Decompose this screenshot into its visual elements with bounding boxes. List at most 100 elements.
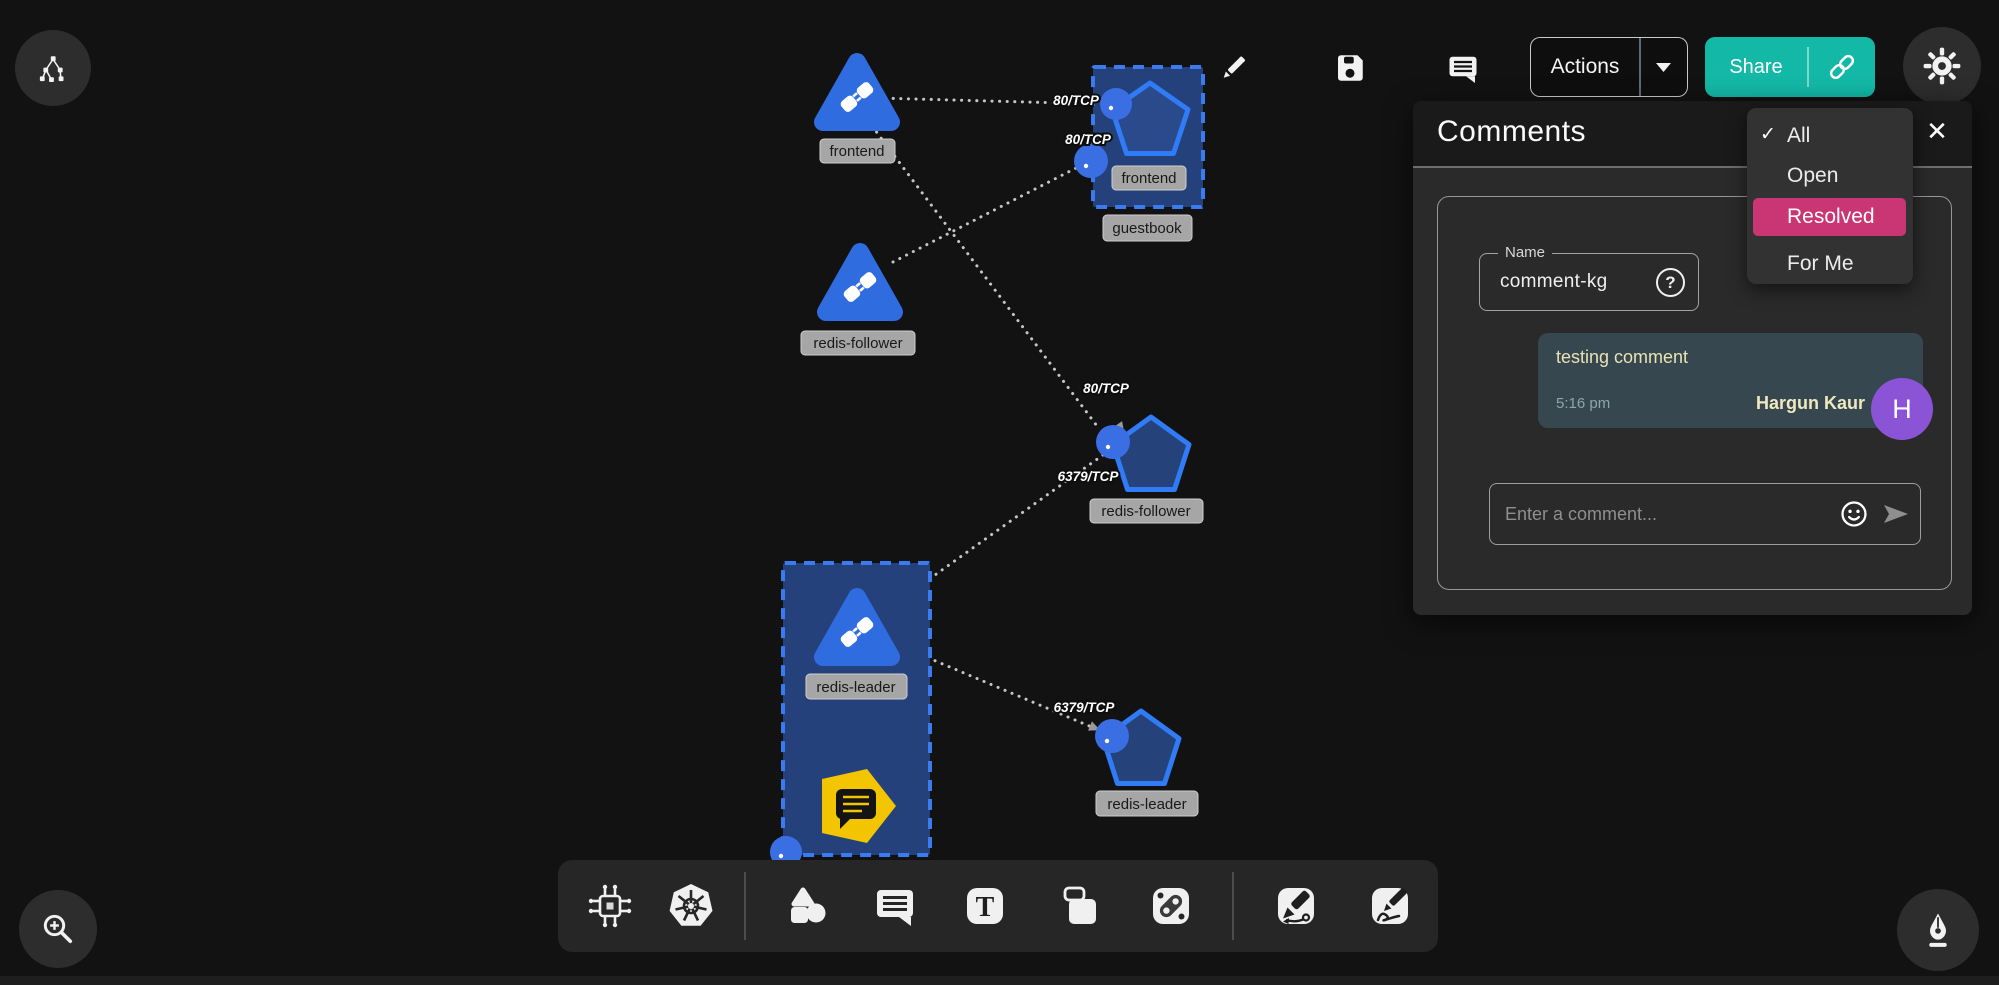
avatar[interactable]: H [1871,378,1933,440]
edge-label-6379tcp-1: 6379/TCP [1058,469,1120,484]
svg-text:redis-leader: redis-leader [1107,796,1186,813]
vector-pen-button[interactable] [1897,889,1979,971]
redis-leader-deployment-label: redis-leader [1096,791,1198,816]
svg-text:frontend: frontend [1121,170,1176,187]
zoom-in-button[interactable] [19,890,97,968]
redis-follower-service-label: redis-follower [801,331,915,355]
hierarchy-tree-button[interactable] [15,30,91,106]
filter-for-me-label: For Me [1787,252,1854,276]
connector-tool[interactable] [1147,882,1195,930]
check-icon: ✓ [1760,123,1776,146]
svg-text:redis-follower: redis-follower [1101,503,1190,520]
filter-option-resolved[interactable]: Resolved [1753,198,1906,236]
comment-bubble-icon [871,882,919,930]
node-redis-leader-deployment[interactable]: redis-leader [1095,711,1198,816]
redis-leader-port-circle[interactable] [1095,719,1129,753]
svg-text:frontend: frontend [829,143,884,160]
save-floppy-icon [1332,50,1368,86]
share-button[interactable]: Share [1705,37,1875,97]
comment-tool[interactable] [871,882,919,930]
smiley-icon [1839,499,1869,529]
redis-follower-port-circle[interactable] [1096,425,1130,459]
gear-icon [1921,45,1963,87]
filter-option-for-me[interactable]: For Me [1747,244,1913,284]
connector-icon [1147,882,1195,930]
actions-dropdown-toggle[interactable] [1641,38,1688,96]
pen-nib-icon [1916,908,1960,952]
comment-author: Hargun Kaur [1756,393,1865,414]
send-comment-button[interactable] [1878,496,1914,532]
toolbar-divider [744,872,746,940]
guestbook-group-label: guestbook [1103,215,1192,241]
edge-label-80tcp-3: 80/TCP [1083,381,1130,396]
edge-frontend-redis-follower [872,126,1100,430]
emoji-button[interactable] [1836,496,1872,532]
share-label: Share [1705,37,1807,97]
filter-open-label: Open [1787,164,1838,188]
node-frontend-service[interactable]: frontend [820,62,895,163]
comment-item[interactable]: testing comment 5:16 pm Hargun Kaur H [1538,333,1923,428]
actions-label: Actions [1531,38,1639,96]
comments-toggle-button[interactable] [1444,49,1482,87]
shapes-tool[interactable] [783,882,831,930]
send-icon [1881,499,1911,529]
text-icon: T [961,882,1009,930]
name-field-value: comment-kg [1500,271,1608,293]
comment-bubble-icon [1445,50,1481,86]
comment-input-wrapper [1489,483,1921,545]
shapes-icon [783,882,831,930]
edge-label-6379tcp-2: 6379/TCP [1054,700,1116,715]
comment-text: testing comment [1556,347,1688,368]
toolbar-divider [1232,872,1234,940]
window-bottom-edge [0,976,1999,985]
frame-icon [1056,882,1104,930]
svg-text:guestbook: guestbook [1112,220,1182,237]
svg-text:redis-leader: redis-leader [816,679,895,696]
pen-arrow-icon [1272,882,1320,930]
text-tool[interactable]: T [961,882,1009,930]
pen-tool[interactable] [1272,882,1320,930]
edge-label-80tcp-2: 80/TCP [1065,132,1112,147]
filter-all-label: All [1787,124,1810,148]
pencil-scribble-icon [1366,882,1414,930]
pencil-tool[interactable] [1366,882,1414,930]
port-dot [1105,739,1109,743]
comments-filter-menu: ✓ All Open Resolved For Me [1747,108,1913,284]
help-icon[interactable]: ? [1656,268,1685,297]
edit-button[interactable] [1214,49,1252,87]
port-dot [1084,164,1088,168]
filter-option-open[interactable]: Open [1747,156,1913,196]
node-redis-follower-service[interactable]: redis-follower [801,252,915,355]
frontend-port-circle-1[interactable] [1100,88,1132,120]
port-dot [1106,445,1110,449]
filter-resolved-label: Resolved [1787,205,1875,229]
comment-timestamp: 5:16 pm [1556,395,1610,412]
cpu-chip-icon [586,882,634,930]
actions-button[interactable]: Actions [1530,37,1688,97]
redis-leader-service-label: redis-leader [806,674,907,699]
edge-label-80tcp-1: 80/TCP [1053,93,1100,108]
frontend-port-circle-2[interactable] [1074,144,1108,178]
svg-text:T: T [976,892,995,923]
name-field[interactable]: Name comment-kg ? [1479,253,1699,311]
tree-icon [32,47,74,89]
save-button[interactable] [1331,49,1369,87]
name-field-label: Name [1498,244,1552,261]
kubernetes-icon [667,882,715,930]
redis-follower-deployment-label: redis-follower [1090,499,1203,523]
close-icon[interactable]: ✕ [1920,114,1954,148]
frontend-service-label: frontend [820,139,895,163]
settings-button[interactable] [1903,27,1981,105]
pencil-icon [1215,50,1251,86]
zoom-in-icon [37,908,79,950]
comment-input[interactable] [1490,504,1836,525]
copy-link-button[interactable] [1809,37,1876,97]
filter-option-all[interactable]: ✓ All [1747,116,1913,156]
port-dot [779,854,783,858]
custom-node-tool[interactable] [586,882,634,930]
frontend-deployment-label: frontend [1112,166,1186,190]
node-redis-leader-group[interactable]: redis-leader [770,563,930,868]
shape-toolbar: T [558,860,1438,952]
kubernetes-tool[interactable] [667,882,715,930]
frame-tool[interactable] [1056,882,1104,930]
